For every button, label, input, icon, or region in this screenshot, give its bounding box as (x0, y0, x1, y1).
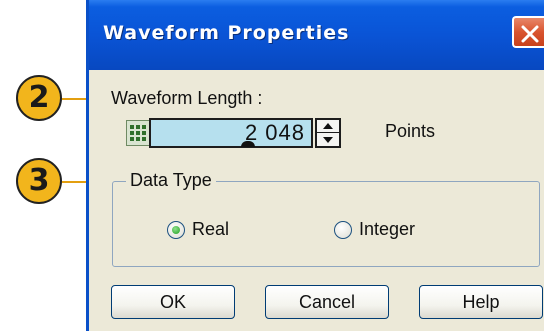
radio-integer[interactable] (334, 221, 352, 239)
help-button[interactable]: Help (419, 285, 543, 319)
waveform-length-spinner[interactable] (315, 118, 341, 148)
cursor-marker (241, 141, 255, 147)
data-type-label: Data Type (126, 170, 216, 191)
spin-up-button[interactable] (317, 120, 339, 133)
cancel-button[interactable]: Cancel (265, 285, 389, 319)
radio-real-label[interactable]: Real (192, 219, 229, 240)
close-icon (521, 25, 539, 43)
radio-selected-dot (172, 226, 180, 234)
calculator-icon[interactable] (126, 120, 150, 146)
radio-integer-label[interactable]: Integer (359, 219, 415, 240)
waveform-length-label: Waveform Length : (111, 88, 263, 108)
close-button[interactable] (512, 16, 544, 48)
title-bar[interactable]: Waveform Properties (89, 0, 544, 70)
callout-3: 3 (16, 158, 62, 204)
dialog-title: Waveform Properties (103, 22, 350, 44)
radio-real[interactable] (167, 221, 185, 239)
waveform-length-input[interactable]: 2 048 (149, 118, 313, 148)
spin-down-button[interactable] (317, 133, 339, 146)
units-label: Points (385, 121, 436, 141)
ok-button[interactable]: OK (111, 285, 235, 319)
waveform-properties-dialog: Waveform Properties Waveform Length : 2 … (86, 0, 544, 331)
callout-2: 2 (16, 75, 62, 121)
spin-down-icon (323, 136, 333, 143)
spin-up-icon (323, 123, 333, 129)
